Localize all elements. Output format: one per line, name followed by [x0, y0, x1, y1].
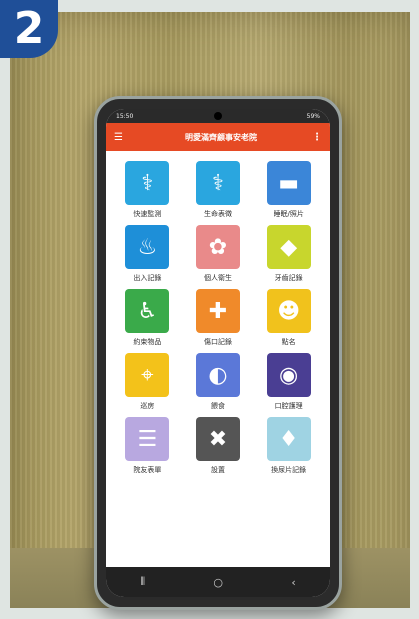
- phone-screen: 15:50 59% ☰ 明愛滿齊顧事安老院 ⋮ ⚕ 快速監測 ⚕ 生命表徵 ▬ 睡眠/照片…: [106, 109, 330, 597]
- function-icon[interactable]: ⌖: [125, 353, 170, 397]
- function-tile[interactable]: ⚕ 快速監測: [112, 161, 183, 219]
- status-time: 15:50: [116, 112, 134, 120]
- function-icon[interactable]: ◉: [266, 353, 311, 397]
- function-tile[interactable]: ♨ 出入記錄: [112, 225, 183, 283]
- status-battery: 59%: [306, 112, 320, 120]
- home-icon[interactable]: ○: [213, 576, 223, 589]
- function-tile[interactable]: ⌖ 巡房: [112, 353, 183, 411]
- function-label: 院友表單: [133, 466, 162, 474]
- menu-icon[interactable]: ☰: [114, 132, 130, 143]
- function-icon[interactable]: ◆: [266, 225, 311, 269]
- navigation-bar: ⦀ ○ ‹: [106, 567, 330, 597]
- function-label: 睡眠/照片: [273, 210, 304, 218]
- function-icon[interactable]: ♿: [125, 289, 170, 333]
- function-label: 換尿片記錄: [271, 466, 307, 474]
- function-icon[interactable]: ☻: [266, 289, 311, 333]
- function-icon[interactable]: ✖: [195, 417, 240, 461]
- function-tile[interactable]: ✚ 傷口記錄: [183, 289, 254, 347]
- function-label: 點名: [281, 338, 296, 346]
- app-title: 明愛滿齊顧事安老院: [185, 132, 257, 142]
- recent-apps-icon[interactable]: ⦀: [140, 575, 145, 589]
- function-label: 生命表徵: [203, 210, 232, 218]
- step-number-badge: 2: [0, 0, 58, 58]
- function-tile[interactable]: ▬ 睡眠/照片: [253, 161, 324, 219]
- back-icon[interactable]: ‹: [291, 576, 295, 589]
- function-tile[interactable]: ♦ 換尿片記錄: [253, 417, 324, 475]
- function-tile[interactable]: ⚕ 生命表徵: [183, 161, 254, 219]
- app-bar: ☰ 明愛滿齊顧事安老院 ⋮: [106, 123, 330, 151]
- front-camera: [214, 112, 222, 120]
- function-icon[interactable]: ▬: [266, 161, 311, 205]
- function-label: 約束物品: [133, 338, 162, 346]
- function-label: 設置: [210, 466, 225, 474]
- function-icon[interactable]: ♦: [266, 417, 311, 461]
- function-label: 傷口記錄: [203, 338, 232, 346]
- function-label: 個人衛生: [203, 274, 232, 282]
- function-icon[interactable]: ⚕: [195, 161, 240, 205]
- function-icon[interactable]: ✚: [195, 289, 240, 333]
- function-icon[interactable]: ♨: [125, 225, 170, 269]
- function-label: 口腔護理: [274, 402, 303, 410]
- function-grid: ⚕ 快速監測 ⚕ 生命表徵 ▬ 睡眠/照片 ♨ 出入記錄 ✿ 個人衛生 ◆ 牙齒記錄 ♿ 約束物品 ✚ 傷口記…: [106, 151, 330, 475]
- function-icon[interactable]: ☰: [125, 417, 170, 461]
- function-tile[interactable]: ♿ 約束物品: [112, 289, 183, 347]
- function-tile[interactable]: ◐ 餵食: [183, 353, 254, 411]
- smartphone: 15:50 59% ☰ 明愛滿齊顧事安老院 ⋮ ⚕ 快速監測 ⚕ 生命表徵 ▬ 睡眠/照片…: [94, 96, 342, 610]
- more-options-icon[interactable]: ⋮: [312, 132, 322, 143]
- function-label: 餵食: [210, 402, 225, 410]
- function-label: 巡房: [140, 402, 155, 410]
- function-label: 牙齒記錄: [274, 274, 303, 282]
- function-icon[interactable]: ⚕: [125, 161, 170, 205]
- function-icon[interactable]: ◐: [195, 353, 240, 397]
- function-tile[interactable]: ☰ 院友表單: [112, 417, 183, 475]
- function-icon[interactable]: ✿: [195, 225, 240, 269]
- function-tile[interactable]: ◆ 牙齒記錄: [253, 225, 324, 283]
- function-tile[interactable]: ☻ 點名: [253, 289, 324, 347]
- function-label: 快速監測: [133, 210, 162, 218]
- function-label: 出入記錄: [133, 274, 162, 282]
- function-tile[interactable]: ✖ 設置: [183, 417, 254, 475]
- function-tile[interactable]: ✿ 個人衛生: [183, 225, 254, 283]
- function-tile[interactable]: ◉ 口腔護理: [253, 353, 324, 411]
